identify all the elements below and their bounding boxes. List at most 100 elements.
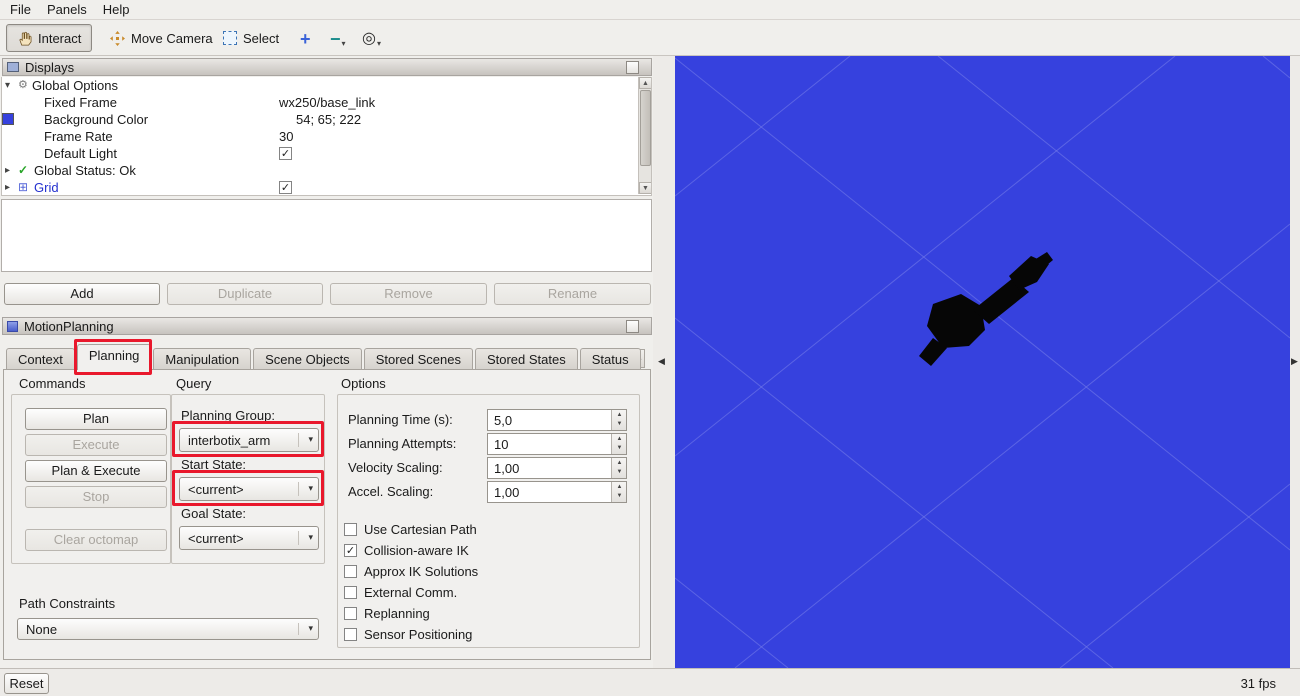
add-display-button[interactable]: Add bbox=[4, 283, 160, 305]
default-light-checkbox[interactable]: ✓ bbox=[279, 147, 292, 160]
tab-context[interactable]: Context bbox=[6, 348, 75, 370]
minus-tool-button[interactable]: − ▾ bbox=[326, 26, 350, 50]
tab-stored-scenes[interactable]: Stored Scenes bbox=[364, 348, 473, 370]
remove-display-button[interactable]: Remove bbox=[330, 283, 487, 305]
spin-buttons[interactable]: ▲▼ bbox=[611, 482, 626, 502]
path-constraints-combobox[interactable]: None ▾ bbox=[17, 618, 319, 640]
expander-closed-icon[interactable]: ▸ bbox=[5, 162, 10, 179]
accel-scaling-spinbox[interactable]: 1,00 ▲▼ bbox=[487, 481, 627, 503]
displays-panel-titlebar[interactable]: Displays bbox=[2, 58, 652, 76]
spin-down-icon[interactable]: ▼ bbox=[612, 420, 627, 430]
checkbox-box[interactable] bbox=[344, 565, 357, 578]
checkbox-box[interactable] bbox=[344, 607, 357, 620]
options-group-label: Options bbox=[341, 376, 386, 391]
global-options-icon: ⚙ bbox=[18, 77, 28, 94]
spin-up-icon[interactable]: ▲ bbox=[612, 458, 627, 468]
frame-rate-value[interactable]: 30 bbox=[279, 128, 293, 145]
velocity-scaling-spinbox[interactable]: 1,00 ▲▼ bbox=[487, 457, 627, 479]
collapse-right-icon[interactable]: ▶ bbox=[1291, 356, 1298, 367]
planning-attempts-spinbox[interactable]: 10 ▲▼ bbox=[487, 433, 627, 455]
scroll-down-icon[interactable]: ▼ bbox=[639, 182, 652, 194]
checkbox-box[interactable]: ✓ bbox=[344, 544, 357, 557]
duplicate-display-button[interactable]: Duplicate bbox=[167, 283, 323, 305]
spin-up-icon[interactable]: ▲ bbox=[612, 482, 627, 492]
tree-row-frame-rate[interactable]: Frame Rate 30 bbox=[2, 128, 651, 145]
checkbox-box[interactable] bbox=[344, 628, 357, 641]
menu-help[interactable]: Help bbox=[95, 0, 138, 19]
tab-status[interactable]: Status bbox=[580, 348, 641, 370]
tree-row-global-status[interactable]: ▸ ✓ Global Status: Ok bbox=[2, 162, 651, 179]
left-splitter[interactable]: ◀ bbox=[653, 56, 675, 668]
tree-label: Background Color bbox=[44, 111, 148, 128]
planning-time-spinbox[interactable]: 5,0 ▲▼ bbox=[487, 409, 627, 431]
spin-buttons[interactable]: ▲▼ bbox=[611, 434, 626, 454]
tree-row-global-options[interactable]: ▾ ⚙ Global Options bbox=[2, 77, 651, 94]
checkbox-label: Use Cartesian Path bbox=[364, 522, 477, 537]
tab-stored-states[interactable]: Stored States bbox=[475, 348, 578, 370]
expander-open-icon[interactable]: ▾ bbox=[5, 77, 10, 94]
grid-checkbox[interactable]: ✓ bbox=[279, 181, 292, 194]
display-description-area bbox=[1, 199, 652, 272]
collapse-left-icon[interactable]: ◀ bbox=[658, 356, 665, 367]
tree-row-grid[interactable]: ▸ ⊞ Grid ✓ bbox=[2, 179, 651, 196]
execute-button[interactable]: Execute bbox=[25, 434, 167, 456]
displays-scrollbar[interactable]: ▲ ▼ bbox=[638, 77, 651, 194]
chevron-down-icon: ▾ bbox=[308, 532, 313, 543]
spin-buttons[interactable]: ▲▼ bbox=[611, 458, 626, 478]
rename-display-button[interactable]: Rename bbox=[494, 283, 651, 305]
velocity-scaling-label: Velocity Scaling: bbox=[348, 460, 443, 475]
spin-down-icon[interactable]: ▼ bbox=[612, 444, 627, 454]
scrollbar-thumb[interactable] bbox=[640, 90, 651, 166]
plan-button[interactable]: Plan bbox=[25, 408, 167, 430]
background-color-value[interactable]: 54; 65; 222 bbox=[296, 111, 361, 128]
tab-scene-objects[interactable]: Scene Objects bbox=[253, 348, 362, 370]
color-swatch[interactable] bbox=[2, 113, 14, 125]
goal-state-combobox[interactable]: <current> ▾ bbox=[179, 526, 319, 550]
focus-camera-button[interactable]: ◎ ▾ bbox=[358, 26, 385, 50]
3d-viewport[interactable] bbox=[675, 56, 1290, 668]
panel-float-button[interactable] bbox=[626, 320, 639, 333]
motionplanning-panel-title: MotionPlanning bbox=[24, 319, 114, 334]
tree-label: Global Status: Ok bbox=[34, 162, 136, 179]
plan-and-execute-button[interactable]: Plan & Execute bbox=[25, 460, 167, 482]
tab-manipulation[interactable]: Manipulation bbox=[153, 348, 251, 370]
spin-down-icon[interactable]: ▼ bbox=[612, 492, 627, 502]
hand-icon bbox=[17, 31, 32, 46]
interact-tool-button[interactable]: Interact bbox=[6, 24, 92, 52]
move-camera-tool-button[interactable]: Move Camera bbox=[99, 24, 224, 52]
menu-panels[interactable]: Panels bbox=[39, 0, 95, 19]
planning-group-combobox[interactable]: interbotix_arm ▾ bbox=[179, 428, 319, 452]
tree-row-background-color[interactable]: Background Color 54; 65; 222 bbox=[2, 111, 651, 128]
motionplanning-panel-titlebar[interactable]: MotionPlanning bbox=[2, 317, 652, 335]
plus-tool-button[interactable]: + bbox=[296, 26, 315, 50]
planning-group-label: Planning Group: bbox=[181, 408, 275, 423]
stop-button[interactable]: Stop bbox=[25, 486, 167, 508]
spin-down-icon[interactable]: ▼ bbox=[612, 468, 627, 478]
move-camera-label: Move Camera bbox=[131, 31, 213, 46]
clear-octomap-button[interactable]: Clear octomap bbox=[25, 529, 167, 551]
spin-up-icon[interactable]: ▲ bbox=[612, 434, 627, 444]
tool-bar: Interact Move Camera Select + − ▾ ◎ ▾ bbox=[0, 20, 1300, 56]
panel-float-button[interactable] bbox=[626, 61, 639, 74]
tree-row-default-light[interactable]: Default Light ✓ bbox=[2, 145, 651, 162]
reset-button[interactable]: Reset bbox=[4, 673, 49, 694]
planning-attempts-label: Planning Attempts: bbox=[348, 436, 456, 451]
spin-up-icon[interactable]: ▲ bbox=[612, 410, 627, 420]
start-state-combobox[interactable]: <current> ▾ bbox=[179, 477, 319, 501]
select-tool-button[interactable]: Select bbox=[212, 24, 290, 52]
combo-separator bbox=[298, 531, 299, 545]
expander-closed-icon[interactable]: ▸ bbox=[5, 179, 10, 196]
spin-buttons[interactable]: ▲▼ bbox=[611, 410, 626, 430]
scroll-up-icon[interactable]: ▲ bbox=[639, 77, 652, 89]
checkbox-box[interactable] bbox=[344, 586, 357, 599]
right-splitter[interactable]: ▶ bbox=[1290, 56, 1300, 668]
chevron-down-icon: ▾ bbox=[308, 623, 313, 634]
tab-planning[interactable]: Planning bbox=[77, 344, 152, 370]
checkbox-box[interactable] bbox=[344, 523, 357, 536]
menu-file[interactable]: File bbox=[0, 0, 39, 19]
fixed-frame-value[interactable]: wx250/base_link bbox=[279, 94, 375, 111]
grid-icon: ⊞ bbox=[18, 179, 28, 196]
status-bar: Reset 31 fps bbox=[0, 668, 1300, 696]
tree-row-fixed-frame[interactable]: Fixed Frame wx250/base_link bbox=[2, 94, 651, 111]
planning-time-value: 5,0 bbox=[494, 413, 512, 428]
